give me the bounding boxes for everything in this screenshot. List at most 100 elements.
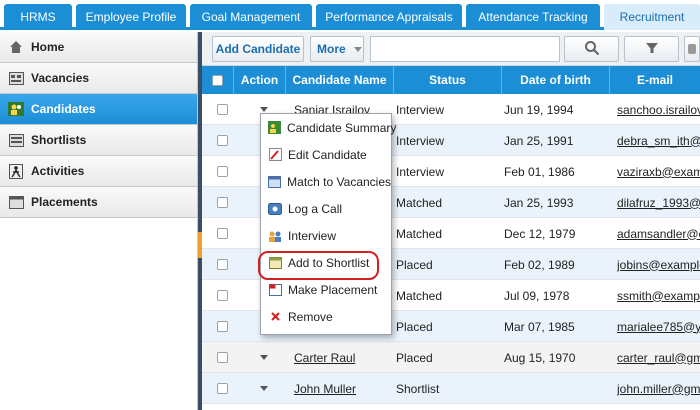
search-button[interactable] [564,36,619,62]
more-dropdown-button[interactable]: More [310,36,364,62]
status-cell: Placed [396,350,433,365]
menu-item-match-to-vacancies[interactable]: Match to Vacancies [261,168,391,195]
menu-item-edit-candidate[interactable]: Edit Candidate [261,141,391,168]
tab-goal-management[interactable]: Goal Management [190,4,312,30]
column-header-status[interactable]: Status [394,66,502,94]
row-select-cell [217,280,237,311]
row-checkbox[interactable] [217,321,228,332]
sidebar-item-vacancies[interactable]: Vacancies [0,63,197,94]
status-cell: Interview [396,164,445,179]
chevron-down-icon[interactable] [260,107,268,112]
sidebar-item-label: Activities [31,164,85,178]
candidates-icon [8,102,24,116]
filter-button[interactable] [624,36,679,62]
match-icon [268,175,282,188]
candidate-name-link[interactable]: John Muller [294,382,356,396]
placement-icon [268,283,282,296]
email-cell[interactable]: marialee785@ya [617,311,700,342]
candidate-name-link[interactable]: Carter Raul [294,351,355,365]
tab-recruitment[interactable]: Recruitment [604,4,700,30]
email-link[interactable]: ssmith@example [617,289,700,303]
column-header-action[interactable]: Action [234,66,286,94]
email-cell[interactable]: carter_raul@gma [617,342,700,373]
candidate-name-cell[interactable]: Carter Raul [294,342,394,373]
email-link[interactable]: dilafruz_1993@e [617,196,700,210]
email-link[interactable]: debra_sm_ith@e [617,134,700,148]
row-checkbox[interactable] [217,228,228,239]
tab-employee-profile[interactable]: Employee Profile [76,4,186,30]
dob-cell: Mar 07, 1985 [504,319,575,334]
email-link[interactable]: carter_raul@gma [617,351,700,365]
row-checkbox[interactable] [217,352,228,363]
row-checkbox[interactable] [217,290,228,301]
table-row[interactable]: John Muller Shortlist john.miller@gma [202,373,700,404]
menu-item-label: Log a Call [288,201,343,216]
menu-item-add-to-shortlist[interactable]: Add to Shortlist [261,249,391,276]
status-cell: Shortlist [396,381,440,396]
candidate-name-cell[interactable]: John Muller [294,373,394,404]
menu-item-remove[interactable]: Remove [261,303,391,330]
sidebar-item-home[interactable]: Home [0,32,197,63]
email-link[interactable]: marialee785@ya [617,320,700,334]
chevron-down-icon[interactable] [260,386,268,391]
row-action-cell[interactable] [260,342,280,373]
shortlists-icon [8,133,24,147]
home-icon [8,40,24,54]
column-header-date-of-birth[interactable]: Date of birth [502,66,610,94]
row-checkbox[interactable] [217,259,228,270]
email-cell[interactable]: john.miller@gma [617,373,700,404]
row-action-cell[interactable] [260,373,280,404]
email-link[interactable]: sanchoo.israilov [617,103,700,117]
summary-icon [268,121,281,134]
email-cell[interactable]: vaziraxb@examp [617,156,700,187]
menu-item-log-a-call[interactable]: Log a Call [261,195,391,222]
email-cell[interactable]: adamsandler@e [617,218,700,249]
top-tab-bar: HRMS Employee Profile Goal Management Pe… [0,0,700,30]
tab-performance-appraisals[interactable]: Performance Appraisals [316,4,462,30]
menu-item-interview[interactable]: Interview [261,222,391,249]
sidebar-item-activities[interactable]: Activities [0,156,197,187]
dob-cell: Jul 09, 1978 [504,288,570,303]
email-cell[interactable]: jobins@example [617,249,700,280]
sidebar-item-label: Home [31,40,65,54]
chevron-down-icon[interactable] [260,355,268,360]
status-cell: Placed [396,257,433,272]
table-row[interactable]: Carter Raul Placed Aug 15, 1970 carter_raul… [202,342,700,373]
row-checkbox[interactable] [217,197,228,208]
sidebar-item-label: Placements [31,195,98,209]
filter-icon [645,41,659,58]
sidebar-item-shortlists[interactable]: Shortlists [0,125,197,156]
email-link[interactable]: jobins@example [617,258,700,272]
row-select-cell [217,311,237,342]
row-select-cell [217,249,237,280]
row-select-cell [217,218,237,249]
sidebar-item-candidates[interactable]: Candidates [0,94,197,125]
phone-icon [268,202,282,215]
tab-hrms[interactable]: HRMS [4,4,72,30]
row-checkbox[interactable] [217,166,228,177]
column-header-candidate-name[interactable]: Candidate Name [286,66,394,94]
email-cell[interactable]: sanchoo.israilov [617,94,700,125]
email-link[interactable]: vaziraxb@examp [617,165,700,179]
email-link[interactable]: adamsandler@e [617,227,700,241]
shortlist-add-icon [268,256,282,269]
dob-cell: Feb 01, 1986 [504,164,575,179]
grid-header: Action Candidate Name Status Date of bir… [202,66,700,94]
options-button[interactable] [684,36,700,62]
search-input[interactable] [370,36,560,62]
tab-attendance-tracking[interactable]: Attendance Tracking [466,4,600,30]
email-link[interactable]: john.miller@gma [617,382,700,396]
select-all-checkbox[interactable] [212,74,223,86]
menu-item-make-placement[interactable]: Make Placement [261,276,391,303]
email-cell[interactable]: ssmith@example [617,280,700,311]
sidebar-item-placements[interactable]: Placements [0,187,197,218]
row-checkbox[interactable] [217,383,228,394]
email-cell[interactable]: debra_sm_ith@e [617,125,700,156]
column-header-email[interactable]: E-mail [610,66,700,94]
email-cell[interactable]: dilafruz_1993@e [617,187,700,218]
menu-item-candidate-summary[interactable]: Candidate Summary [261,114,396,141]
row-checkbox[interactable] [217,104,228,115]
add-candidate-button[interactable]: Add Candidate [212,36,304,62]
row-checkbox[interactable] [217,135,228,146]
chevron-down-icon [353,46,362,52]
